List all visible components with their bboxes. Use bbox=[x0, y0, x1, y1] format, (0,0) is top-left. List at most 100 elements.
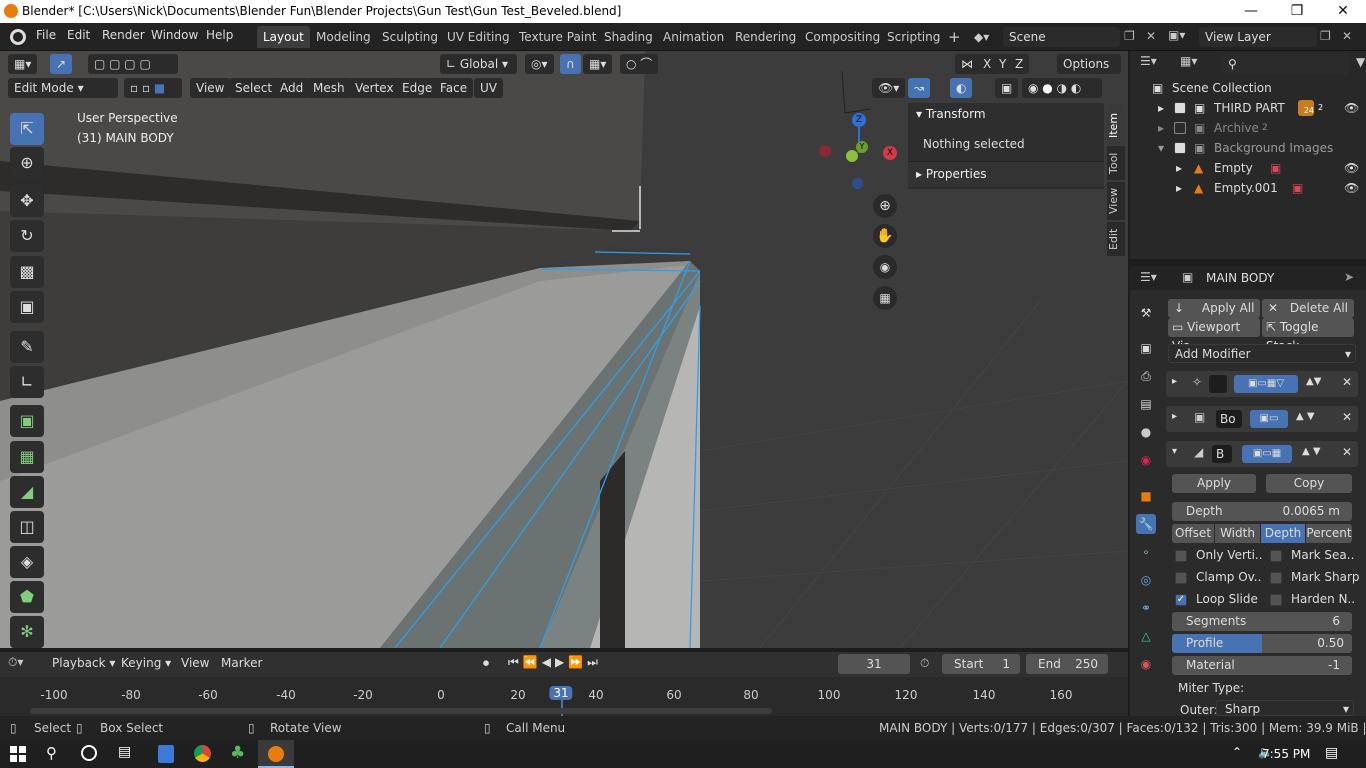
properties-editor-icon[interactable]: ☰▾ bbox=[1140, 270, 1157, 284]
loop-cut-tool-icon[interactable]: ◫ bbox=[10, 511, 44, 543]
timeline-scrollbar[interactable] bbox=[30, 708, 772, 714]
playhead[interactable]: 31 bbox=[549, 686, 573, 700]
copy-scene-icon[interactable]: ❐ bbox=[1124, 29, 1135, 43]
timeline-editor-icon[interactable]: ⏱▾ bbox=[8, 655, 23, 670]
perspective-grid-icon[interactable]: ▦ bbox=[873, 286, 897, 310]
constraints-tab-icon[interactable]: ⚭ bbox=[1136, 598, 1156, 618]
expand-icon[interactable]: ▸ bbox=[1172, 411, 1177, 422]
include-checkbox[interactable] bbox=[1174, 122, 1186, 134]
filter-icon[interactable]: ▼ bbox=[1356, 55, 1365, 69]
select-box-tool-icon[interactable]: ⇱ bbox=[10, 113, 44, 145]
proportional-edit-icon[interactable]: ○ ⌒ bbox=[620, 54, 659, 74]
toggle-stack-button[interactable]: ⇱ Toggle Stack bbox=[1262, 318, 1354, 353]
gizmo-icon[interactable]: ↝ bbox=[908, 78, 931, 98]
delete-view-layer-icon[interactable]: ✕ bbox=[1342, 29, 1352, 43]
collapse-icon[interactable]: ▾ bbox=[1172, 446, 1177, 457]
tab-shading[interactable]: Shading bbox=[598, 26, 659, 48]
clover-app-icon[interactable]: ♣ bbox=[230, 743, 245, 763]
eye-icon[interactable]: 👁 bbox=[1344, 158, 1359, 178]
cortana-icon[interactable] bbox=[81, 745, 97, 761]
remove-modifier-icon[interactable]: ✕ bbox=[1342, 375, 1352, 389]
remove-modifier-icon[interactable]: ✕ bbox=[1342, 445, 1352, 459]
transform-orientation-dropdown[interactable]: ∟ Global ▾ bbox=[440, 54, 517, 74]
include-checkbox[interactable] bbox=[1174, 102, 1186, 114]
scene-selector-icon[interactable]: ◆▾ bbox=[974, 27, 1002, 47]
menu-file[interactable]: File bbox=[36, 28, 56, 42]
gizmo-y-axis[interactable]: Y bbox=[856, 141, 868, 153]
menu-playback[interactable]: Playback ▾ bbox=[52, 656, 115, 670]
profile-slider[interactable]: Profile 0.50 bbox=[1172, 634, 1352, 653]
object-tab-icon[interactable]: ■ bbox=[1136, 486, 1156, 506]
annotate-tool-icon[interactable]: ✎ bbox=[10, 331, 44, 363]
copy-view-layer-icon[interactable]: ❐ bbox=[1320, 29, 1331, 43]
add-workspace-icon[interactable]: + bbox=[942, 26, 967, 48]
rotate-tool-icon[interactable]: ↻ bbox=[10, 220, 44, 252]
sidebar-tab-view[interactable]: View bbox=[1107, 182, 1125, 220]
menu-mesh[interactable]: Mesh bbox=[307, 78, 351, 98]
clock-icon[interactable]: ⏱ bbox=[920, 656, 929, 671]
pan-hand-icon[interactable]: ✋ bbox=[873, 224, 897, 248]
harden-normals-checkbox[interactable] bbox=[1270, 594, 1282, 606]
record-icon[interactable]: ⏺ bbox=[483, 656, 489, 671]
gizmo-x-axis[interactable]: X bbox=[883, 146, 897, 160]
editor-type-icon[interactable]: ▦▾ bbox=[8, 54, 38, 74]
blender-taskbar-button[interactable] bbox=[258, 740, 294, 768]
outliner-editor-icon[interactable]: ☰▾ bbox=[1140, 54, 1157, 68]
visibility-icon[interactable]: 👁▾ bbox=[872, 78, 906, 98]
include-checkbox[interactable] bbox=[1174, 142, 1186, 154]
menu-edit[interactable]: Edit bbox=[67, 28, 90, 42]
apply-all-button[interactable]: ↓ Apply All bbox=[1168, 299, 1260, 318]
outliner-row-third-part[interactable]: ▸ ▣ THIRD PART 24 2 👁 bbox=[1130, 98, 1366, 118]
menu-edge[interactable]: Edge bbox=[396, 78, 439, 98]
apply-button[interactable]: Apply bbox=[1172, 474, 1256, 493]
menu-select[interactable]: Select bbox=[229, 78, 279, 98]
depth-field[interactable]: Depth 0.0065 m bbox=[1172, 502, 1352, 521]
material-field[interactable]: Material -1 bbox=[1172, 656, 1352, 675]
current-frame-field[interactable]: 31 bbox=[838, 654, 910, 674]
notifications-icon[interactable]: ▤ bbox=[1325, 745, 1338, 761]
options-dropdown[interactable]: Options ▾ bbox=[1057, 54, 1121, 91]
move-up-down-icon[interactable]: ▲ ▼ bbox=[1302, 446, 1321, 457]
clamp-overlap-checkbox[interactable] bbox=[1175, 572, 1187, 584]
tab-rendering[interactable]: Rendering bbox=[729, 26, 802, 48]
tab-texture-paint[interactable]: Texture Paint bbox=[513, 26, 602, 48]
properties-panel-header[interactable]: ▸ Properties bbox=[916, 167, 987, 181]
sidebar-tab-item[interactable]: Item bbox=[1107, 105, 1125, 145]
select-tool-icon[interactable]: ↗ bbox=[50, 54, 73, 74]
menu-window[interactable]: Window bbox=[151, 28, 198, 42]
eye-icon[interactable]: 👁 bbox=[1344, 98, 1359, 118]
display-mode-icon[interactable]: ▦▾ bbox=[1180, 54, 1197, 68]
close-icon[interactable]: ✕ bbox=[1320, 0, 1366, 23]
spin-tool-icon[interactable]: ✻ bbox=[10, 616, 44, 648]
move-up-down-icon[interactable]: ▲ ▼ bbox=[1296, 411, 1315, 422]
modifier-name-field[interactable] bbox=[1209, 375, 1227, 393]
outliner-row-empty[interactable]: ▸ ▲ Empty ▣ 👁 bbox=[1130, 158, 1366, 178]
mode-dropdown[interactable]: Edit Mode ▾ bbox=[8, 78, 118, 98]
restore-icon[interactable]: ❐ bbox=[1274, 0, 1320, 23]
modifier-name-field[interactable]: Bo bbox=[1216, 410, 1242, 428]
world-tab-icon[interactable]: ◉ bbox=[1136, 450, 1156, 470]
modifier-visibility-toggles[interactable]: ▣▭▦▽ bbox=[1234, 375, 1298, 393]
transform-panel-header[interactable]: ▾ Transform bbox=[916, 107, 986, 121]
mesh-data-tab-icon[interactable]: △ bbox=[1136, 626, 1156, 646]
width-type-depth[interactable]: Depth bbox=[1261, 524, 1305, 543]
cursor-tool-icon[interactable]: ⊕ bbox=[10, 147, 44, 179]
particles-tab-icon[interactable]: ∘ bbox=[1136, 542, 1156, 562]
minimize-icon[interactable]: — bbox=[1228, 0, 1274, 23]
transform-tool-icon[interactable]: ▣ bbox=[10, 291, 44, 323]
remove-modifier-icon[interactable]: ✕ bbox=[1342, 410, 1352, 424]
mirror-icon[interactable]: ⋈ bbox=[955, 54, 979, 74]
mark-sharp-checkbox[interactable] bbox=[1270, 572, 1282, 584]
start-frame-field[interactable]: Start 1 bbox=[942, 654, 1020, 674]
outliner-row-empty-001[interactable]: ▸ ▲ Empty.001 ▣ 👁 bbox=[1130, 178, 1366, 198]
move-up-down-icon[interactable]: ▲▼ bbox=[1306, 376, 1321, 387]
modifier-visibility-toggles[interactable]: ▣▭▦ bbox=[1242, 445, 1292, 463]
only-vertices-checkbox[interactable] bbox=[1175, 550, 1187, 562]
snap-icon[interactable]: ∩ bbox=[560, 54, 581, 74]
search-icon[interactable]: ⚲ bbox=[46, 744, 57, 762]
tool-tab-icon[interactable]: ⚒ bbox=[1136, 303, 1156, 323]
menu-view[interactable]: View bbox=[190, 78, 231, 98]
expand-icon[interactable]: ▸ bbox=[1172, 376, 1177, 387]
outliner-row-scene-collection[interactable]: ▣ Scene Collection bbox=[1130, 78, 1366, 98]
scene-field[interactable]: Scene bbox=[1003, 27, 1120, 47]
